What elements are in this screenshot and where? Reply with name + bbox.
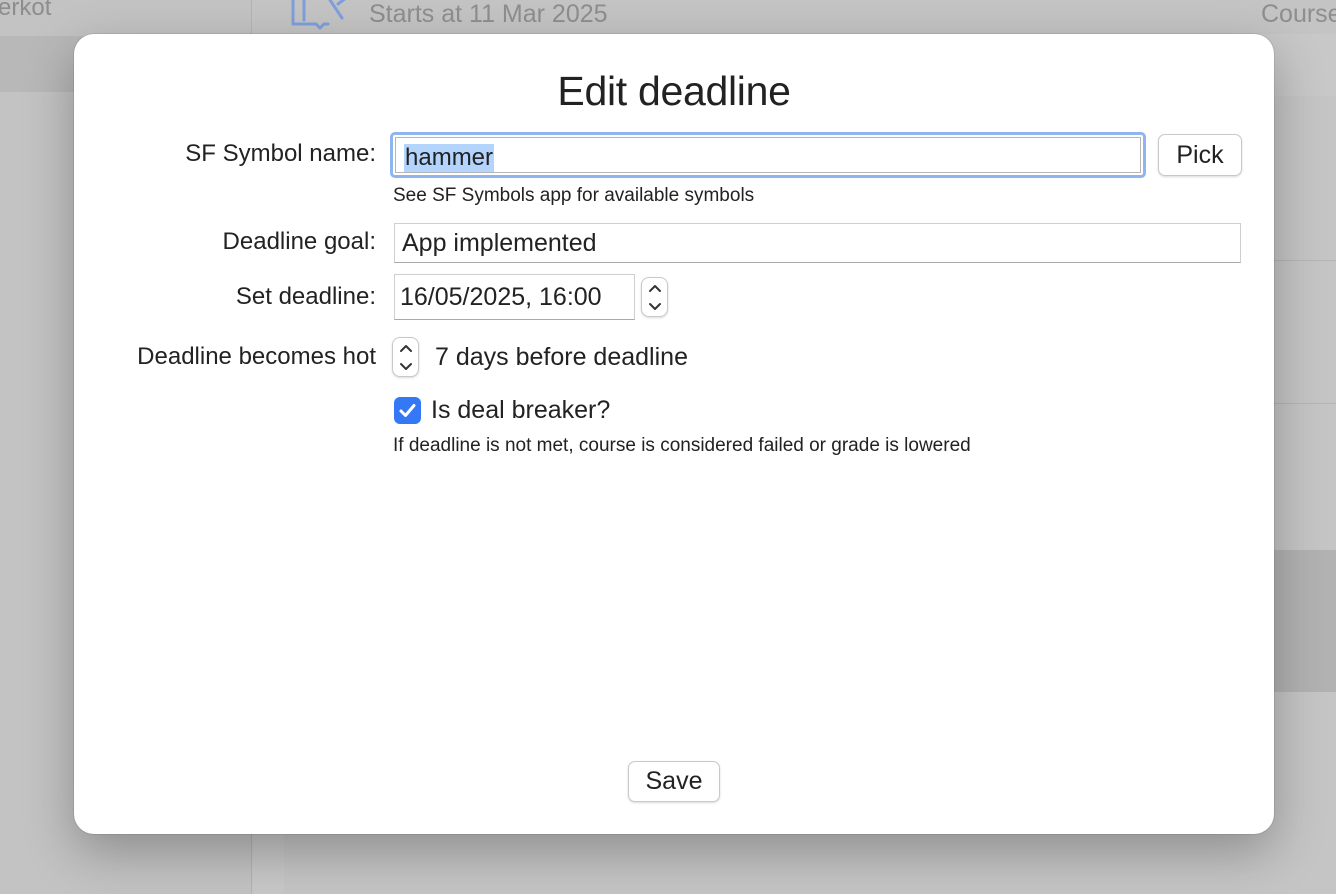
- background-divider: [1274, 403, 1336, 404]
- symbol-name-label: SF Symbol name:: [185, 140, 376, 167]
- deadline-date-picker[interactable]: 16/05/2025, 16:00: [394, 274, 635, 320]
- symbol-name-field[interactable]: hammer: [390, 132, 1146, 178]
- deadline-goal-input[interactable]: App implemented: [394, 223, 1241, 263]
- chevron-up-icon[interactable]: [642, 278, 667, 297]
- symbol-name-input[interactable]: hammer: [395, 137, 1141, 173]
- chevron-down-icon[interactable]: [642, 297, 667, 316]
- checkmark-icon: [399, 404, 416, 417]
- chevron-down-icon[interactable]: [393, 357, 418, 376]
- deadline-date-stepper[interactable]: [641, 277, 668, 317]
- symbol-hint: See SF Symbols app for available symbols: [393, 185, 755, 206]
- background-start-date: Starts at 11 Mar 2025: [369, 0, 608, 28]
- background-divider: [1274, 260, 1336, 261]
- dialog-title: Edit deadline: [557, 68, 791, 114]
- symbol-name-value: hammer: [404, 144, 495, 172]
- edit-deadline-dialog: Edit deadline SF Symbol name: hammer Pic…: [74, 34, 1274, 834]
- book-wrench-icon: [290, 0, 352, 30]
- hot-label: Deadline becomes hot: [137, 343, 376, 370]
- background-selected-block: [1274, 550, 1336, 692]
- deadline-goal-value: App implemented: [402, 229, 597, 257]
- background-sidebar-text: erkot: [0, 0, 52, 21]
- chevron-up-icon[interactable]: [393, 338, 418, 357]
- hot-days-stepper[interactable]: [392, 337, 419, 377]
- deal-breaker-label[interactable]: Is deal breaker?: [431, 396, 610, 425]
- deadline-goal-label: Deadline goal:: [222, 228, 376, 255]
- deal-breaker-checkbox[interactable]: [394, 397, 421, 424]
- deal-breaker-hint: If deadline is not met, course is consid…: [393, 435, 971, 456]
- background-course-label: Course: [1261, 0, 1336, 28]
- deadline-date-value: 16/05/2025, 16:00: [400, 283, 602, 311]
- set-deadline-label: Set deadline:: [235, 283, 376, 310]
- save-button[interactable]: Save: [628, 761, 720, 802]
- hot-days-value: 7 days before deadline: [435, 343, 688, 371]
- pick-symbol-button[interactable]: Pick: [1158, 134, 1242, 176]
